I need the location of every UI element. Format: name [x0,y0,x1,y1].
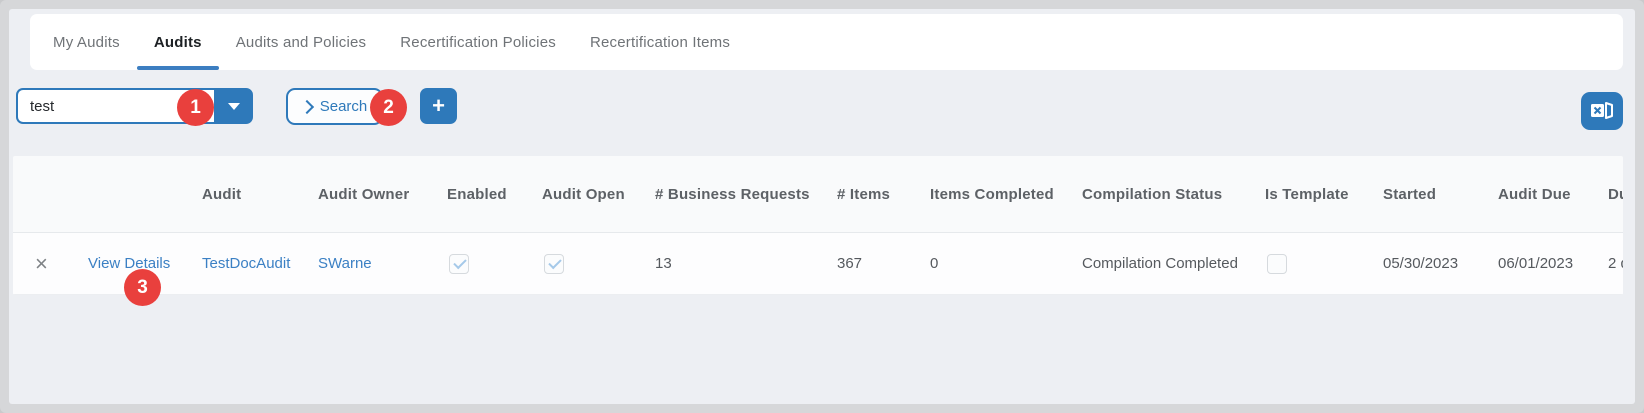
audits-table: Audit Audit Owner Enabled Audit Open # B… [13,156,1623,295]
col-header-audit-due[interactable]: Audit Due [1498,186,1608,203]
table-header-row: Audit Audit Owner Enabled Audit Open # B… [13,156,1623,233]
col-header-compilation-status[interactable]: Compilation Status [1082,186,1265,203]
table-row: × View Details TestDocAudit SWarne 13 36… [13,233,1623,295]
step-badge-1: 1 [177,89,214,126]
export-to-excel-button[interactable] [1581,92,1623,130]
audit-name-link[interactable]: TestDocAudit [202,255,290,272]
search-button-label: Search [320,98,368,115]
tab-my-audits[interactable]: My Audits [36,14,137,70]
compilation-status-value: Compilation Completed [1082,255,1265,272]
search-dropdown-button[interactable] [214,88,253,124]
step-badge-3: 3 [124,269,161,306]
col-header-audit-open[interactable]: Audit Open [542,186,655,203]
app-window: My Audits Audits Audits and Policies Rec… [0,0,1644,413]
chevron-right-icon [300,100,314,114]
started-value: 05/30/2023 [1383,255,1498,272]
items-value: 367 [837,255,930,272]
col-header-items-completed[interactable]: Items Completed [930,186,1082,203]
duration-value-truncated: 2 d [1608,255,1623,272]
audit-due-value: 06/01/2023 [1498,255,1608,272]
search-button[interactable]: Search [286,88,383,125]
tab-audits[interactable]: Audits [137,14,219,70]
col-header-items[interactable]: # Items [837,186,930,203]
plus-icon: + [432,89,445,123]
tab-audits-and-policies[interactable]: Audits and Policies [219,14,384,70]
tab-recertification-items[interactable]: Recertification Items [573,14,747,70]
enabled-checkbox[interactable] [449,254,469,274]
business-requests-value: 13 [655,255,837,272]
add-button[interactable]: + [420,88,457,124]
is-template-checkbox[interactable] [1267,254,1287,274]
col-header-duration-truncated[interactable]: Du [1608,186,1623,203]
audit-open-checkbox[interactable] [544,254,564,274]
col-header-is-template[interactable]: Is Template [1265,186,1383,203]
search-combo [16,88,253,124]
audit-owner-link[interactable]: SWarne [318,255,372,272]
col-header-audit[interactable]: Audit [202,186,318,203]
col-header-enabled[interactable]: Enabled [447,186,542,203]
items-completed-value: 0 [930,255,1082,272]
col-header-started[interactable]: Started [1383,186,1498,203]
col-header-audit-owner[interactable]: Audit Owner [318,186,447,203]
caret-down-icon [228,103,240,110]
step-badge-2: 2 [370,89,407,126]
col-header-business-requests[interactable]: # Business Requests [655,186,837,203]
tabs-bar: My Audits Audits Audits and Policies Rec… [30,14,1623,70]
remove-row-icon[interactable]: × [35,251,48,276]
view-details-link[interactable]: View Details [88,255,170,272]
tab-recertification-policies[interactable]: Recertification Policies [383,14,573,70]
excel-export-icon [1589,99,1615,123]
